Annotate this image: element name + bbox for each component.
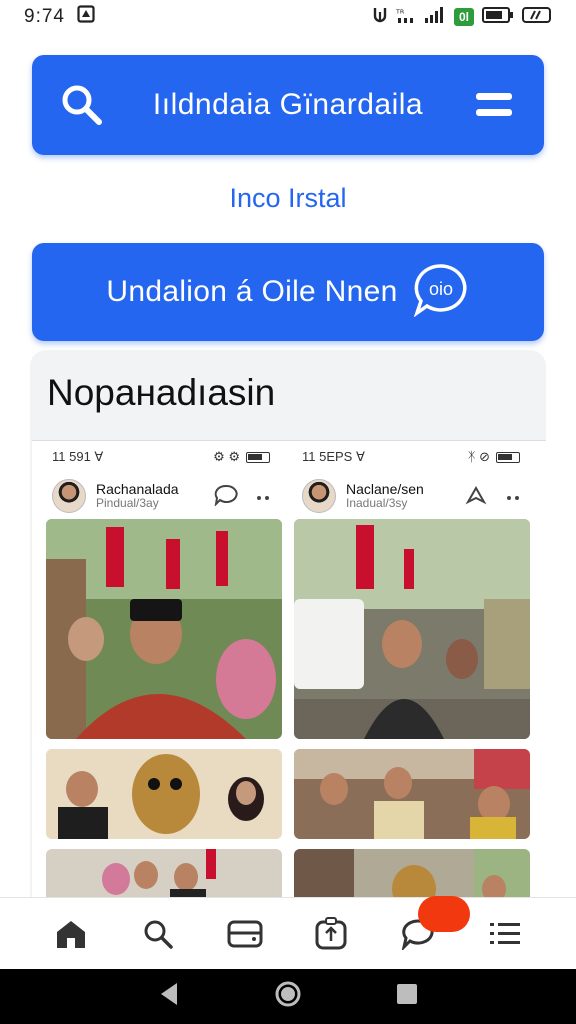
status-time: 9:74 (24, 6, 65, 27)
recents-icon[interactable] (395, 982, 419, 1011)
photo-street-crowd[interactable] (294, 749, 530, 839)
battery-icon (482, 6, 514, 28)
wifi-icon (522, 6, 552, 28)
photo-mascot[interactable] (46, 749, 282, 839)
preview-column: 11 5EPS ∀ ᛡ ⊘ Naclane/sen Inadual/3sy (288, 441, 534, 519)
signal-icon (424, 6, 446, 28)
notification-badge (418, 896, 470, 932)
cta-button-label: Undalion á Oile Nnen (106, 275, 398, 308)
card-title: Nopaнadıasin (47, 372, 276, 413)
chat-bubble-icon: oio (412, 263, 470, 322)
search-bar[interactable]: Iıldndaia Gïnardaila (32, 55, 544, 155)
vibrate-icon (372, 6, 388, 28)
photo-trucks-street[interactable] (294, 519, 530, 739)
cta-button[interactable]: Undalion á Oile Nnen oio (32, 243, 544, 341)
preview-column: 11 591 ∀ ⚙ ⚙ Rachanalada Pindual/3ay (38, 441, 284, 519)
notification-icon (77, 5, 95, 29)
home-icon[interactable] (43, 906, 99, 962)
back-icon[interactable] (157, 981, 181, 1012)
more-icon[interactable] (506, 488, 520, 504)
mini-status-bar: 11 591 ∀ ⚙ ⚙ (38, 441, 284, 473)
mini-status-time: 11 5EPS ∀ (302, 449, 365, 464)
profile-name: Rachanalada (96, 481, 179, 497)
avatar[interactable] (52, 479, 86, 513)
upload-icon[interactable] (303, 906, 359, 962)
photo-crowd-leader[interactable] (46, 519, 282, 739)
mini-status-time: 11 591 ∀ (52, 449, 104, 464)
more-icon[interactable] (256, 488, 270, 504)
share-icon[interactable] (464, 484, 488, 509)
hamburger-menu-icon[interactable] (444, 90, 544, 120)
profile-name: Naclane/sen (346, 481, 424, 497)
search-icon[interactable] (130, 906, 186, 962)
card-preview: 11 591 ∀ ⚙ ⚙ Rachanalada Pindual/3ay 11 … (32, 440, 546, 910)
install-link[interactable]: Inco Irstal (0, 183, 576, 214)
profile-row[interactable]: Naclane/sen Inadual/3sy (288, 473, 534, 519)
profile-subtitle: Inadual/3sy (346, 496, 408, 510)
profile-subtitle: Pindual/3ay (96, 496, 159, 510)
mini-status-icons: ⚙ ⚙ (213, 449, 240, 464)
profile-row[interactable]: Rachanalada Pindual/3ay (38, 473, 284, 519)
mini-status-icons: ᛡ ⊘ (467, 449, 490, 464)
home-circle-icon[interactable] (274, 980, 302, 1013)
status-bar: 9:74 ᵀᴿ 0l (0, 0, 576, 34)
system-nav-bar (0, 969, 576, 1024)
menu-list-icon[interactable] (477, 906, 533, 962)
network-badge-icon: 0l (453, 8, 474, 26)
mini-battery-icon (246, 451, 270, 463)
search-icon[interactable] (32, 82, 132, 128)
avatar[interactable] (302, 479, 336, 513)
svg-text:oio: oio (429, 279, 453, 299)
comment-icon[interactable] (214, 484, 238, 509)
feed-card: Nopaнadıasin 11 591 ∀ ⚙ ⚙ Rachanalada Pi… (30, 350, 546, 910)
search-bar-title: Iıldndaia Gïnardaila (152, 88, 424, 121)
mini-status-bar: 11 5EPS ∀ ᛡ ⊘ (288, 441, 534, 473)
data-icon: ᵀᴿ (395, 6, 416, 28)
bottom-nav (0, 897, 576, 969)
mini-battery-icon (496, 451, 520, 463)
wallet-icon[interactable] (217, 906, 273, 962)
